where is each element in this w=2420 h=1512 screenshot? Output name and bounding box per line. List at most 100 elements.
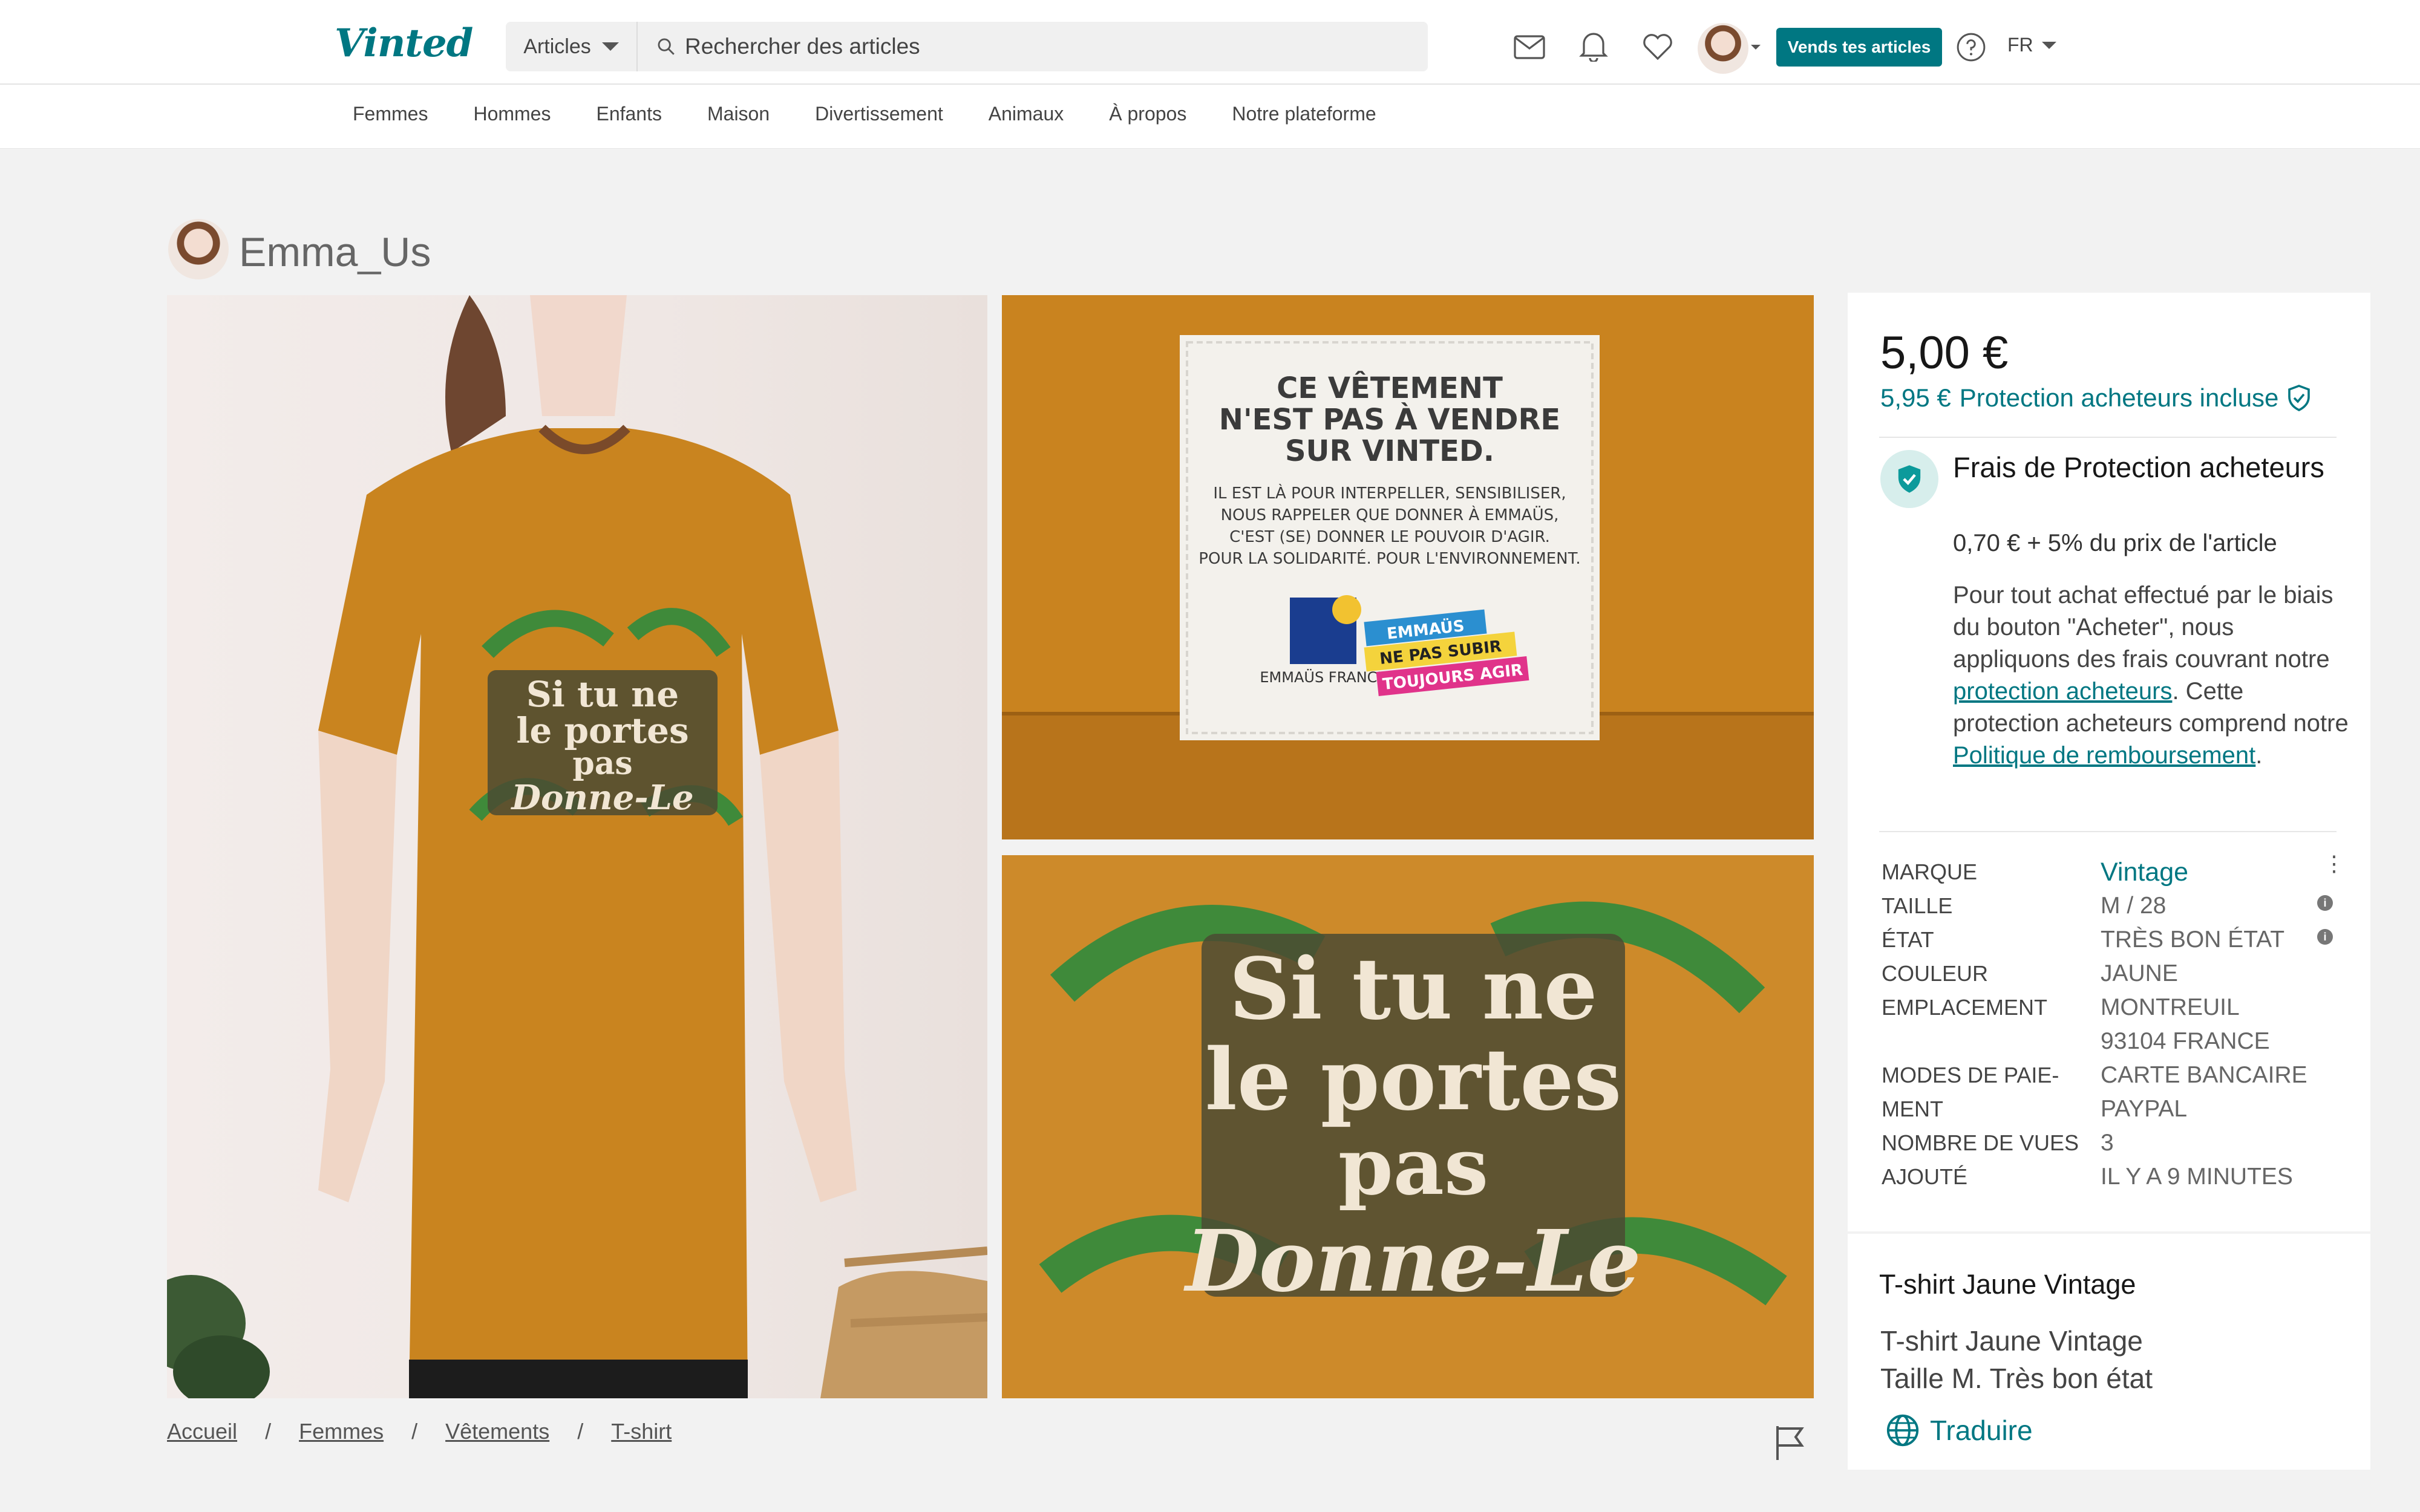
item-details-values: Vintage M / 28 Très bon état Jaune Montr… <box>2101 855 2307 1194</box>
protected-price-row[interactable]: 5,95 € Protection acheteurs incluse <box>1880 383 2311 412</box>
model-photo-illustration: Si tu ne le portes pas Donne-Le <box>167 295 987 1398</box>
item-title: T-shirt Jaune Vintage <box>1879 1269 2136 1300</box>
nav-item-hommes[interactable]: Hommes <box>473 103 551 125</box>
translate-label: Traduire <box>1930 1415 2033 1446</box>
item-description-line-1: T-shirt Jaune Vintage <box>1880 1325 2143 1357</box>
divider <box>1879 437 2337 438</box>
protection-link[interactable]: protection acheteurs <box>1953 678 2172 705</box>
breadcrumb-separator: / <box>265 1419 272 1444</box>
protected-price: 5,95 € <box>1880 383 1951 412</box>
nav-item-femmes[interactable]: Femmes <box>353 103 428 125</box>
print-line-1: Si tu ne <box>526 674 679 715</box>
print-closeup-photo[interactable]: Si tu ne le portes pas Donne-Le <box>1002 855 1814 1398</box>
fee-desc-part-3: . <box>2255 742 2263 769</box>
detail-value-emplacement: Montreuil <box>2101 994 2240 1020</box>
search-input[interactable] <box>685 34 1411 59</box>
nav-item-maison[interactable]: Maison <box>707 103 770 125</box>
label-photo-illustration: CE VÊTEMENT N'EST PAS À VENDRE SUR VINTE… <box>1002 335 1814 839</box>
notifications-button[interactable] <box>1574 27 1613 65</box>
shield-check-icon <box>2288 385 2310 411</box>
globe-icon <box>1886 1414 1919 1447</box>
item-details-labels: Marque Taille État Couleur Emplacement M… <box>1882 855 2079 1194</box>
report-button[interactable] <box>1773 1424 1807 1462</box>
detail-value-etat: Très bon état <box>2101 927 2285 953</box>
chevron-down-icon <box>601 42 619 51</box>
nav-item-notre-plateforme[interactable]: Notre plateforme <box>1232 103 1376 125</box>
detail-label-paiement-cont: ment <box>1882 1097 1943 1121</box>
chevron-down-icon <box>2041 41 2056 49</box>
breadcrumb-femmes[interactable]: Femmes <box>299 1419 384 1444</box>
protection-badge <box>1880 450 1938 508</box>
protection-fee-subtitle: 0,70 € + 5% du prix de l'article <box>1953 530 2277 556</box>
seller-username[interactable]: Emma_Us <box>239 229 431 276</box>
info-icon[interactable]: i <box>2317 895 2333 911</box>
print-closeup-illustration: Si tu ne le portes pas Donne-Le <box>1039 901 1787 1311</box>
detail-label-paiement: Modes de paie- <box>1882 1063 2059 1087</box>
detail-label-taille: Taille <box>1882 893 1953 918</box>
detail-label-etat: État <box>1882 927 1934 952</box>
nav-item-a-propos[interactable]: À propos <box>1109 103 1186 125</box>
refund-policy-link[interactable]: Politique de remboursement <box>1953 742 2255 769</box>
protection-fee-title: Frais de Protection acheteurs <box>1953 451 2324 483</box>
label-small-4: POUR LA SOLIDARITÉ. POUR L'ENVIRONNEMENT… <box>1199 549 1580 568</box>
category-nav-items: Femmes Hommes Enfants Maison Divertissem… <box>353 103 1422 125</box>
sell-items-button[interactable]: Vends tes articles <box>1776 28 1942 67</box>
label-line-1: CE VÊTEMENT <box>1277 371 1503 405</box>
print-line-4: Donne-Le <box>510 778 693 818</box>
closeup-print-line-1: Si tu ne <box>1229 940 1597 1039</box>
detail-label-marque: Marque <box>1882 859 1978 884</box>
item-description: T-shirt Jaune Vintage Taille M. Très bon… <box>1880 1322 2153 1397</box>
label-line-3: SUR VINTED. <box>1285 434 1494 468</box>
language-label: FR <box>2007 34 2033 56</box>
more-options-icon[interactable]: ⋮ <box>2323 853 2345 875</box>
fee-desc-part-1: Pour tout achat effectué par le biais du… <box>1953 582 2333 673</box>
nav-item-animaux[interactable]: Animaux <box>989 103 1064 125</box>
breadcrumb-accueil[interactable]: Accueil <box>167 1419 237 1444</box>
nav-item-enfants[interactable]: Enfants <box>596 103 662 125</box>
detail-label-empty <box>1882 1025 2079 1058</box>
heart-icon <box>1643 34 1672 60</box>
chevron-down-icon <box>1751 45 1761 50</box>
vinted-logo[interactable]: Vinted <box>335 21 473 66</box>
detail-label-emplacement: Emplacement <box>1882 995 2048 1020</box>
main-photo[interactable]: Si tu ne le portes pas Donne-Le <box>167 295 987 1398</box>
shield-check-icon <box>1898 465 1921 493</box>
closeup-print-line-2: le portes <box>1205 1031 1622 1130</box>
favorites-button[interactable] <box>1638 28 1677 67</box>
search-bar: Articles <box>506 22 1428 71</box>
label-small-2: NOUS RAPPELER QUE DONNER À EMMAÜS, <box>1221 505 1559 524</box>
breadcrumb-vetements[interactable]: Vêtements <box>445 1419 549 1444</box>
label-line-2: N'EST PAS À VENDRE <box>1219 402 1560 437</box>
detail-value-paiement-2: PayPal <box>2101 1096 2188 1122</box>
detail-value-couleur: Jaune <box>2101 960 2178 986</box>
bell-icon <box>1579 33 1608 62</box>
closeup-print-line-4: Donne-Le <box>1183 1212 1641 1311</box>
label-photo[interactable]: CE VÊTEMENT N'EST PAS À VENDRE SUR VINTE… <box>1002 295 1814 839</box>
closeup-print-line-3: pas <box>1338 1120 1488 1213</box>
mail-icon <box>1514 35 1545 59</box>
inbox-button[interactable] <box>1510 28 1549 67</box>
search-icon <box>658 38 675 55</box>
language-selector[interactable]: FR <box>2007 34 2056 56</box>
user-menu[interactable] <box>1698 23 1761 74</box>
label-small-1: IL EST LÀ POUR INTERPELLER, SENSIBILISER… <box>1213 483 1566 503</box>
avatar <box>1698 23 1748 74</box>
divider <box>1879 831 2337 832</box>
info-icon[interactable]: i <box>2317 929 2333 945</box>
label-small-3: C'EST (SE) DONNER LE POUVOIR D'AGIR. <box>1229 528 1550 546</box>
protection-fee-description: Pour tout achat effectué par le biais du… <box>1953 579 2352 772</box>
protection-label: Protection acheteurs incluse <box>1959 383 2279 412</box>
detail-value-postcode: 93104 France <box>2101 1028 2270 1054</box>
detail-value-ajoute: Il y a 9 minutes <box>2101 1164 2293 1190</box>
breadcrumb-tshirt[interactable]: T-shirt <box>611 1419 672 1444</box>
nav-item-divertissement[interactable]: Divertissement <box>815 103 943 125</box>
seller-avatar[interactable] <box>168 219 229 279</box>
search-category-select[interactable]: Articles <box>506 22 638 71</box>
help-button[interactable] <box>1954 30 1988 64</box>
flag-icon <box>1776 1426 1804 1460</box>
detail-value-marque[interactable]: Vintage <box>2101 855 2307 889</box>
print-line-3: pas <box>572 745 632 782</box>
detail-label-vues: Nombre de vues <box>1882 1130 2079 1155</box>
detail-value-paiement-1: Carte bancaire <box>2101 1062 2307 1088</box>
translate-button[interactable]: Traduire <box>1885 1413 2033 1448</box>
